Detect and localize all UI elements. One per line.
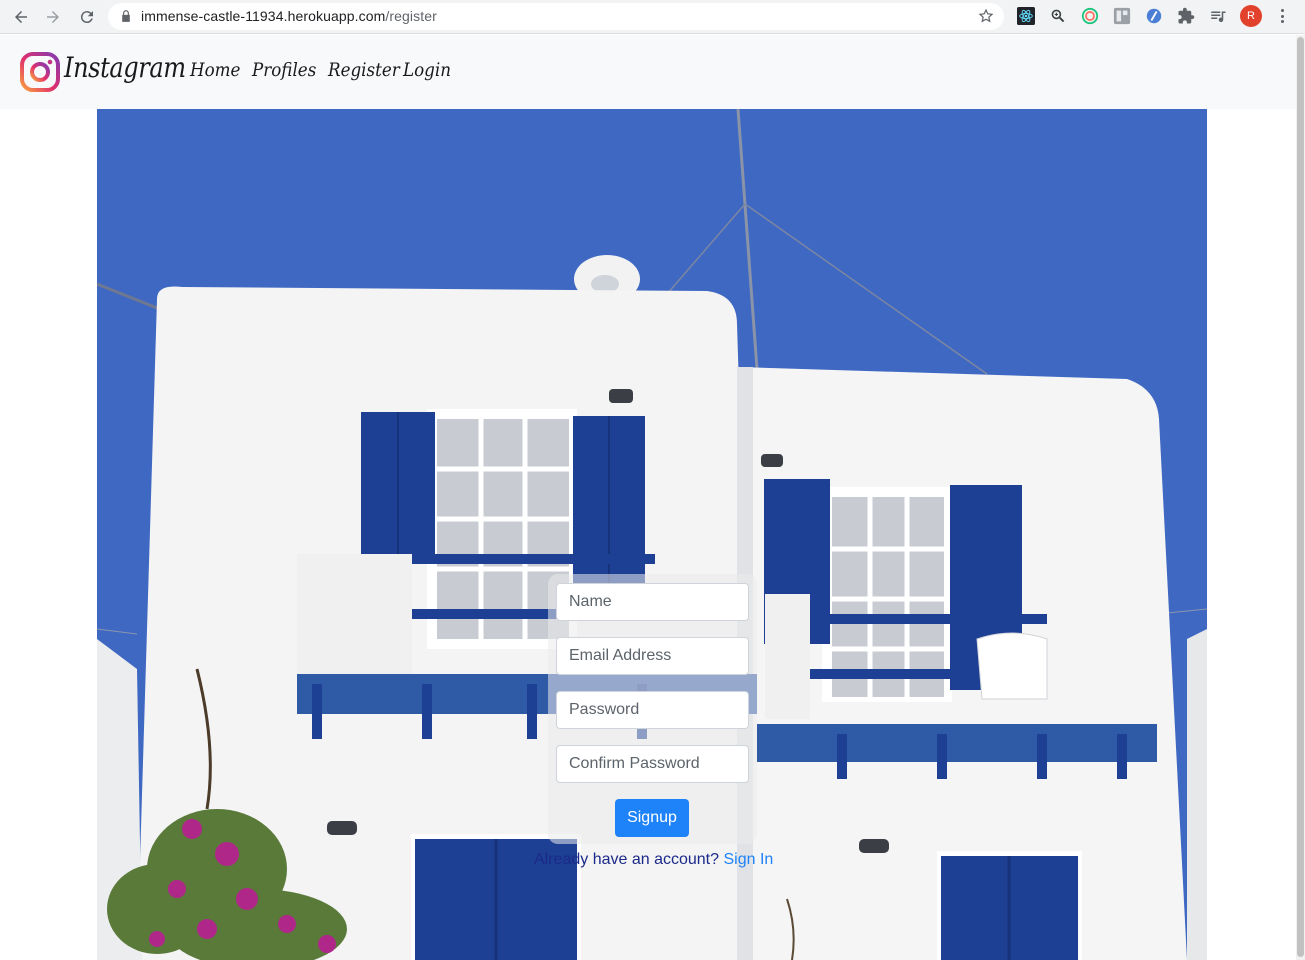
nav-link-login[interactable]: Login — [403, 59, 451, 81]
more-icon[interactable] — [1274, 7, 1290, 25]
confirm-password-input[interactable] — [556, 745, 749, 783]
nav-link-home[interactable]: Home — [190, 59, 240, 81]
signin-prompt-text: Already have an account? — [534, 851, 720, 868]
signin-link[interactable]: Sign In — [723, 851, 773, 868]
name-input[interactable] — [556, 583, 749, 621]
address-bar[interactable]: immense-castle-11934.herokuapp.com/regis… — [108, 3, 1004, 30]
url-path: /register — [385, 8, 437, 24]
page-scrollbar[interactable] — [1296, 35, 1305, 960]
signin-prompt: Already have an account? Sign In — [534, 851, 773, 869]
extension-icon[interactable] — [1080, 6, 1100, 26]
bookmark-star-icon[interactable] — [978, 8, 994, 24]
extension-icon[interactable] — [1112, 6, 1132, 26]
url-host: immense-castle-11934.herokuapp.com — [141, 8, 386, 24]
profile-avatar[interactable]: R — [1240, 5, 1262, 27]
url-text[interactable]: immense-castle-11934.herokuapp.com/regis… — [141, 8, 437, 24]
reload-icon[interactable] — [75, 5, 99, 29]
extension-icon[interactable] — [1144, 6, 1164, 26]
scrollbar-thumb[interactable] — [1297, 37, 1304, 957]
nav-link-register[interactable]: Register — [328, 59, 400, 81]
zoom-icon[interactable] — [1048, 6, 1068, 26]
nav-link-profiles[interactable]: Profiles — [252, 59, 316, 81]
puzzle-icon[interactable] — [1176, 6, 1196, 26]
instagram-logo-icon[interactable] — [20, 52, 60, 92]
email-input[interactable] — [556, 637, 749, 675]
lock-icon[interactable] — [119, 9, 133, 23]
react-devtools-icon[interactable] — [1016, 6, 1036, 26]
brand-name[interactable]: Instagram — [64, 51, 186, 84]
password-input[interactable] — [556, 691, 749, 729]
back-icon[interactable] — [9, 5, 33, 29]
navbar: Instagram Home Profiles Register Login — [0, 35, 1296, 109]
forward-icon[interactable] — [41, 5, 65, 29]
media-control-icon[interactable] — [1208, 6, 1228, 26]
signup-button[interactable]: Signup — [615, 799, 689, 837]
browser-toolbar: immense-castle-11934.herokuapp.com/regis… — [0, 0, 1305, 34]
